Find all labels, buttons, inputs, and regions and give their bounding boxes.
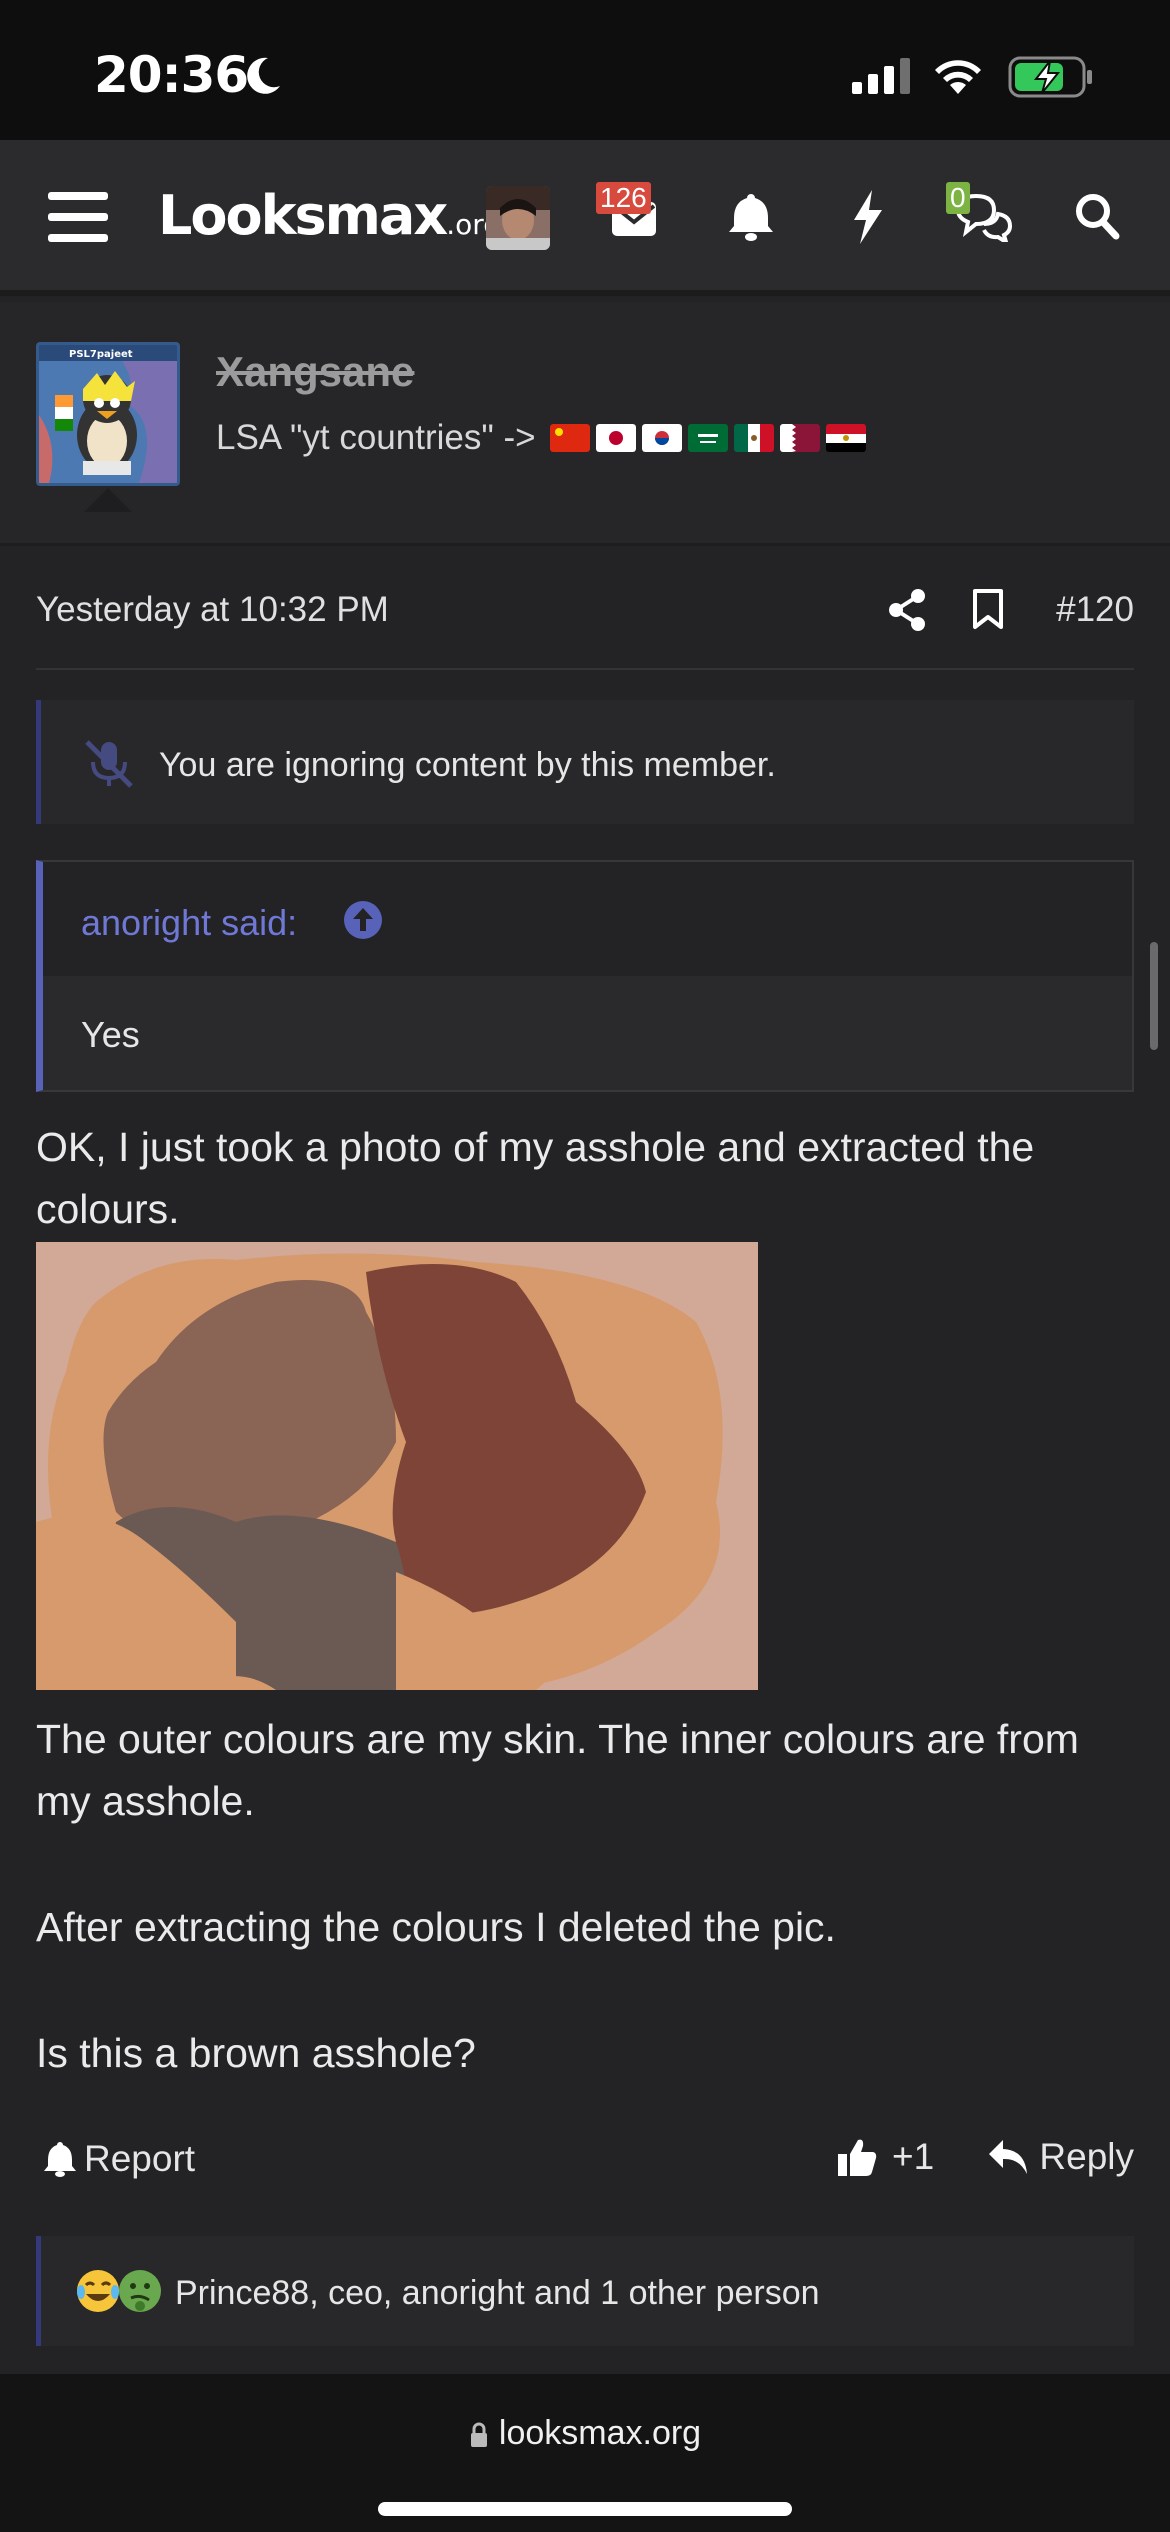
home-indicator[interactable] [378, 2502, 792, 2516]
like-button[interactable]: +1 [836, 2136, 934, 2178]
alerts-button[interactable] [728, 192, 774, 247]
post-actions: Report +1 Reply [36, 2130, 1134, 2190]
scrollbar[interactable] [1150, 942, 1158, 1050]
qatar-flag-icon [779, 424, 820, 452]
reply-button[interactable]: Reply [987, 2136, 1134, 2178]
reactions-bar[interactable]: Prince88, ceo, anoright and 1 other pers… [36, 2236, 1134, 2346]
quote-block: anoright said: Yes [36, 860, 1134, 1092]
bell-icon [729, 194, 773, 241]
post-header: PSL7pajeet Xangsane LSA "yt countries" -… [0, 302, 1170, 546]
arrow-up-circle-icon[interactable] [343, 900, 383, 940]
south-korea-flag-icon [641, 424, 682, 452]
user-title-text: LSA "yt countries" -> [216, 418, 536, 457]
report-label: Report [84, 2138, 196, 2179]
extracted-colours-image[interactable] [36, 1242, 758, 1690]
wifi-icon [935, 60, 981, 94]
logo-main: Looksmax [158, 184, 448, 247]
status-bar: 20:36 [0, 0, 1170, 140]
mexico-flag-icon [733, 424, 774, 452]
post-paragraph-2: The outer colours are my skin. The inner… [36, 1716, 1079, 1824]
reactions-text: Prince88, ceo, anoright and 1 other pers… [175, 2274, 820, 2312]
saudi-arabia-flag-icon [687, 424, 728, 452]
reply-arrow-icon [989, 2140, 1028, 2174]
post-paragraph-1: OK, I just took a photo of my asshole an… [36, 1124, 1035, 1232]
bookmark-icon[interactable] [972, 588, 1004, 630]
flag-list [549, 424, 866, 452]
post-meta: Yesterday at 10:32 PM #120 [36, 588, 1134, 670]
url-text: looksmax.org [498, 2414, 702, 2452]
crying-laughing-emoji-icon [77, 2270, 119, 2312]
bell-icon [44, 2142, 76, 2177]
signal-icon [852, 58, 910, 94]
post-date[interactable]: Yesterday at 10:32 PM [36, 590, 389, 630]
post-number[interactable]: #120 [1056, 590, 1134, 630]
browser-bottom-bar: looksmax.org [0, 2374, 1170, 2532]
quote-header[interactable]: anoright said: [43, 862, 1132, 976]
post-paragraph-3: After extracting the colours I deleted t… [36, 1904, 836, 1950]
lightning-icon [854, 190, 882, 244]
quote-author[interactable]: anoright said: [81, 902, 297, 944]
search-icon [1076, 194, 1120, 240]
ignored-content-notice: You are ignoring content by this member. [36, 700, 1134, 824]
like-count: +1 [892, 2136, 935, 2177]
navbar: Looksmax.org 126 0 [0, 140, 1170, 296]
muted-microphone-icon [85, 740, 133, 788]
moon-icon [247, 57, 280, 94]
reply-label: Reply [1039, 2136, 1134, 2177]
reaction-icons [75, 2268, 163, 2314]
ignored-notice-text: You are ignoring content by this member. [159, 746, 776, 784]
inbox-count-badge: 126 [596, 182, 651, 214]
egypt-flag-icon [825, 424, 866, 452]
japan-flag-icon [595, 424, 636, 452]
conversations-count-badge: 0 [946, 182, 970, 214]
menu-button[interactable] [48, 192, 108, 242]
quote-text: Yes [81, 1014, 140, 1055]
search-button[interactable] [1074, 192, 1120, 245]
site-logo[interactable]: Looksmax.org [158, 184, 501, 247]
china-flag-icon [549, 424, 590, 452]
report-button[interactable]: Report [42, 2138, 195, 2180]
post-paragraph-4: Is this a brown asshole? [36, 2030, 476, 2076]
whats-new-button[interactable] [850, 190, 884, 249]
avatar-label: PSL7pajeet [69, 349, 133, 360]
poster-username[interactable]: Xangsane [216, 348, 414, 396]
poster-avatar[interactable]: PSL7pajeet [36, 342, 180, 486]
thumbs-up-icon [838, 2139, 877, 2176]
lock-icon [470, 2422, 487, 2448]
status-time: 20:36 [94, 46, 249, 104]
nauseated-face-emoji-icon [119, 2270, 161, 2312]
battery-icon [1008, 56, 1092, 98]
user-avatar[interactable] [486, 186, 550, 250]
address-bar[interactable]: looksmax.org [0, 2414, 1170, 2453]
share-icon[interactable] [888, 588, 928, 632]
poster-user-title: LSA "yt countries" -> [216, 418, 866, 458]
avatar-pointer [84, 488, 132, 512]
